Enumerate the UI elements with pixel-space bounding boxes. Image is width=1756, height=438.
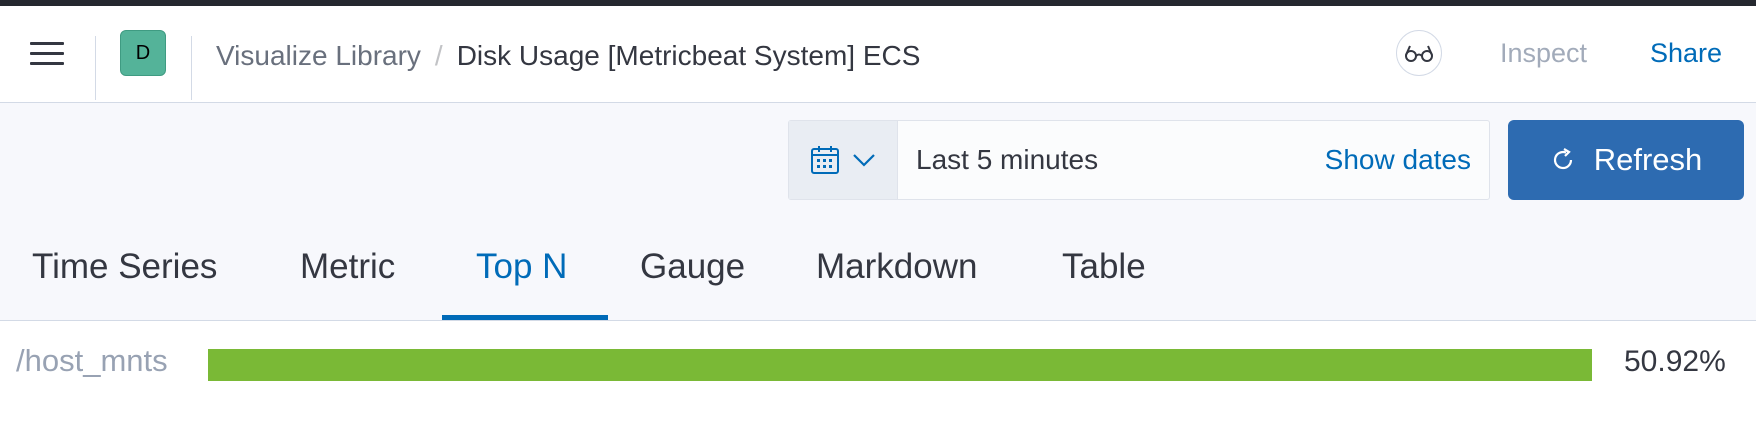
glasses-icon bbox=[1405, 45, 1433, 62]
tab-top-n[interactable]: Top N bbox=[476, 247, 567, 287]
header-divider bbox=[191, 36, 192, 100]
share-button[interactable]: Share bbox=[1650, 38, 1722, 69]
tab-time-series[interactable]: Time Series bbox=[32, 247, 217, 287]
refresh-button[interactable]: Refresh bbox=[1508, 120, 1744, 200]
breadcrumb-separator: / bbox=[434, 40, 443, 71]
hamburger-icon bbox=[30, 42, 64, 45]
breadcrumb: Visualize Library / Disk Usage [Metricbe… bbox=[216, 36, 920, 76]
hamburger-icon-line bbox=[30, 52, 64, 55]
query-bar: Last 5 minutes Show dates Refresh bbox=[0, 103, 1756, 207]
tab-markdown[interactable]: Markdown bbox=[816, 247, 977, 287]
space-avatar[interactable]: D bbox=[120, 30, 166, 76]
calendar-icon bbox=[811, 146, 839, 174]
chevron-down-icon bbox=[853, 154, 875, 167]
top-n-bar bbox=[208, 349, 1592, 381]
active-tab-indicator bbox=[442, 315, 608, 320]
time-range-display[interactable]: Last 5 minutes bbox=[916, 144, 1325, 176]
quick-menu-button[interactable] bbox=[789, 121, 898, 199]
visualization-tabs: Time Series Metric Top N Gauge Markdown … bbox=[0, 207, 1756, 321]
app-header: D Visualize Library / Disk Usage [Metric… bbox=[0, 6, 1756, 103]
refresh-icon bbox=[1553, 148, 1572, 170]
refresh-label: Refresh bbox=[1593, 142, 1703, 177]
inspect-button[interactable]: Inspect bbox=[1500, 38, 1587, 69]
menu-button[interactable] bbox=[20, 34, 76, 74]
top-n-item-value: 50.92% bbox=[1624, 345, 1726, 378]
hamburger-icon-line bbox=[30, 62, 64, 65]
breadcrumb-visualize-library[interactable]: Visualize Library bbox=[216, 40, 421, 72]
page-title: Disk Usage [Metricbeat System] ECS bbox=[456, 40, 921, 71]
top-n-chart: /host_mnts 50.92% bbox=[0, 321, 1756, 438]
tab-table[interactable]: Table bbox=[1062, 247, 1146, 287]
show-dates-link[interactable]: Show dates bbox=[1325, 144, 1471, 176]
top-n-item-label: /host_mnts bbox=[16, 343, 168, 378]
tab-gauge[interactable]: Gauge bbox=[640, 247, 745, 287]
readonly-mode-button[interactable] bbox=[1396, 30, 1442, 76]
tab-metric[interactable]: Metric bbox=[300, 247, 395, 287]
header-divider bbox=[95, 36, 96, 100]
date-picker: Last 5 minutes Show dates bbox=[788, 120, 1490, 200]
top-n-bar-track bbox=[208, 349, 1592, 381]
